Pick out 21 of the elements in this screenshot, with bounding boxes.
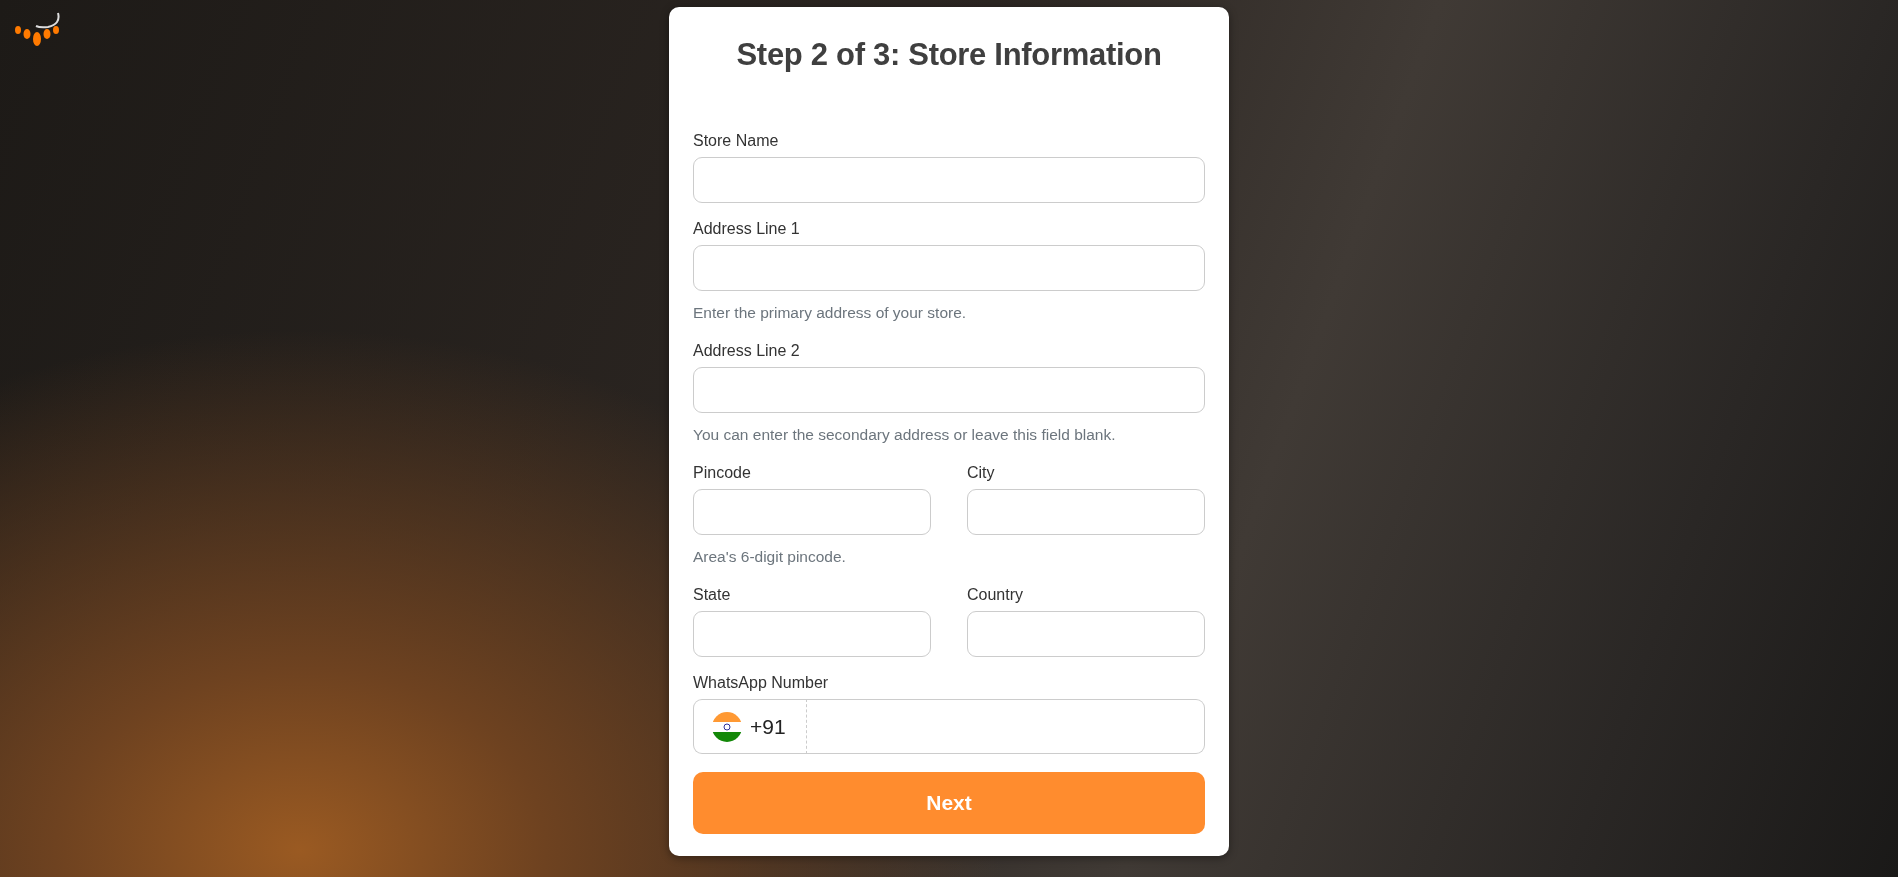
field-label: Address Line 1 (693, 219, 800, 239)
help-text: You can enter the secondary address or leave this field blank. (693, 425, 1116, 445)
input-field[interactable] (693, 157, 1205, 203)
help-text: Enter the primary address of your store. (693, 303, 967, 323)
input-field[interactable] (693, 611, 931, 657)
field-label: Store Name (693, 131, 779, 151)
input-field[interactable] (967, 489, 1205, 535)
input-field[interactable] (693, 489, 931, 535)
input-field[interactable] (693, 367, 1205, 413)
input-field[interactable] (693, 245, 1205, 291)
field-label: WhatsApp Number (693, 673, 829, 693)
help-text: Area's 6-digit pincode. (693, 547, 846, 567)
field-label: State (693, 585, 731, 605)
country-code-selector[interactable]: +91 (693, 699, 807, 754)
field-label: Country (967, 585, 1024, 605)
field-label: City (967, 463, 995, 483)
input-field[interactable] (967, 611, 1205, 657)
field-label: Pincode (693, 463, 751, 483)
field-label: Address Line 2 (693, 341, 800, 361)
flag-icon (712, 711, 742, 742)
form-title: Step 2 of 3: Store Information (735, 36, 1163, 74)
